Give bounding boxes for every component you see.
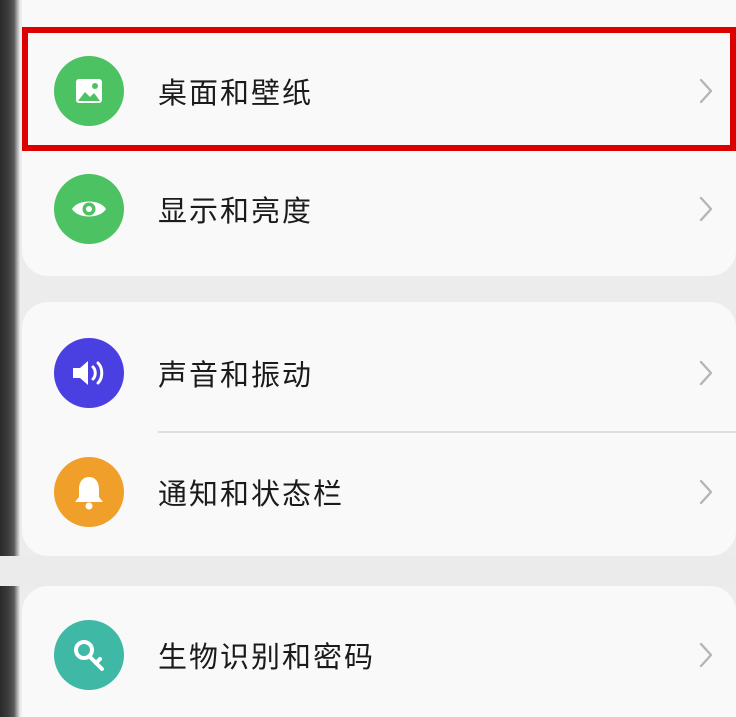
speaker-icon [54, 338, 124, 408]
settings-item-label: 桌面和壁纸 [158, 76, 314, 110]
settings-item-label: 声音和振动 [158, 358, 314, 392]
settings-item-notifications-statusbar[interactable]: 通知和状态栏 [22, 433, 736, 551]
chevron-right-icon [699, 360, 713, 386]
settings-item-desktop-wallpaper[interactable]: 桌面和壁纸 [22, 32, 736, 150]
settings-item-label: 显示和亮度 [158, 194, 314, 228]
wallpaper-icon [54, 56, 124, 126]
chevron-right-icon [699, 642, 713, 668]
settings-group-sound-notifications: 声音和振动 通知和状态栏 [22, 302, 736, 556]
settings-group-security: 生物识别和密码 [22, 586, 736, 717]
group-separator [0, 556, 736, 586]
settings-group-display: 桌面和壁纸 显示和亮度 [22, 0, 736, 276]
chevron-right-icon [699, 196, 713, 222]
bell-icon [54, 457, 124, 527]
chevron-right-icon [699, 78, 713, 104]
eye-icon [54, 174, 124, 244]
settings-screen: 桌面和壁纸 显示和亮度 声音和振动 通知和状态栏 生物识别和密码 [0, 0, 736, 717]
phone-bezel [0, 0, 20, 717]
settings-item-label: 通知和状态栏 [158, 477, 345, 511]
settings-item-sound-vibration[interactable]: 声音和振动 [22, 314, 736, 432]
chevron-right-icon [699, 479, 713, 505]
settings-item-display-brightness[interactable]: 显示和亮度 [22, 150, 736, 268]
settings-item-biometrics-password[interactable]: 生物识别和密码 [22, 596, 736, 714]
settings-item-label: 生物识别和密码 [158, 640, 376, 674]
key-icon [54, 620, 124, 690]
